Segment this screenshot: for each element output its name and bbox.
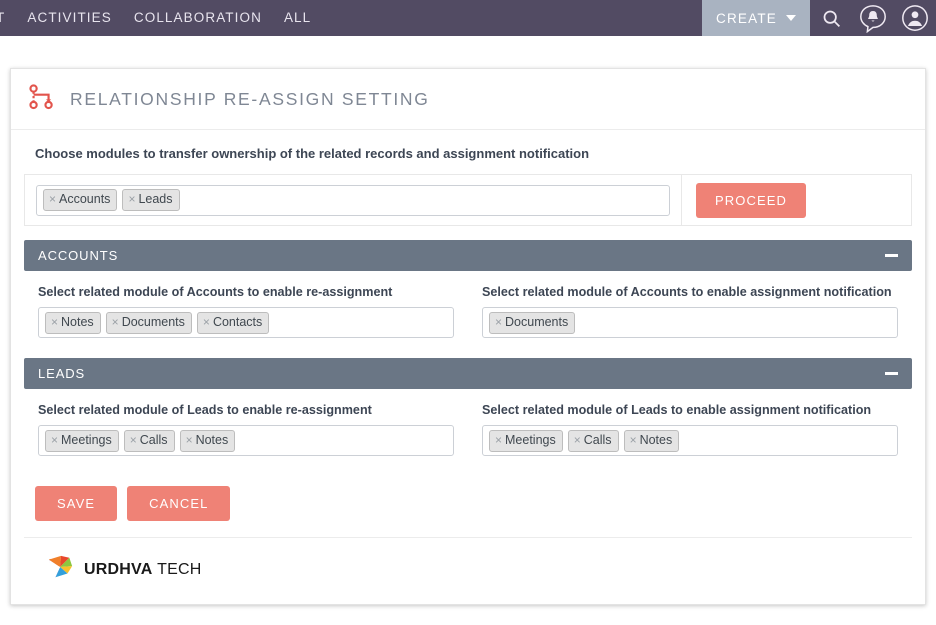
proceed-cell: PROCEED — [682, 175, 911, 225]
proceed-button[interactable]: PROCEED — [696, 182, 806, 218]
tag-remove-icon[interactable]: × — [51, 314, 58, 331]
tag-label: Calls — [139, 432, 168, 447]
tag-remove-icon[interactable]: × — [130, 432, 137, 449]
tag-documents[interactable]: × Documents — [105, 311, 192, 334]
tag-label: Documents — [505, 314, 569, 329]
tag-notes[interactable]: × Notes — [45, 311, 101, 334]
urdhva-fan-logo-icon — [47, 554, 75, 585]
field-label: Select related module of Accounts to ena… — [482, 285, 892, 299]
page-title: RELATIONSHIP RE-ASSIGN SETTING — [70, 88, 430, 109]
accounts-notification-column: Select related module of Accounts to ena… — [468, 285, 912, 338]
settings-panel: RELATIONSHIP RE-ASSIGN SETTING Choose mo… — [10, 68, 926, 605]
tag-label: Notes — [61, 314, 94, 329]
tag-label: Calls — [583, 432, 612, 447]
tag-leads[interactable]: × Leads — [122, 189, 180, 211]
tag-calls[interactable]: × Calls — [567, 429, 619, 452]
panel-body: Choose modules to transfer ownership of … — [11, 130, 925, 585]
tag-remove-icon[interactable]: × — [495, 432, 502, 449]
section-accounts: ACCOUNTS Select related module of Accoun… — [24, 240, 912, 344]
cancel-button[interactable]: CANCEL — [127, 486, 231, 521]
tag-label: Meetings — [505, 432, 556, 447]
hierarchy-icon — [27, 82, 57, 117]
logo-text: URDHVA TECH — [84, 561, 201, 579]
section-header-accounts[interactable]: ACCOUNTS — [24, 240, 912, 271]
tag-calls[interactable]: × Calls — [123, 429, 175, 452]
leads-reassignment-column: Select related module of Leads to enable… — [24, 403, 468, 456]
instruction-text: Choose modules to transfer ownership of … — [35, 146, 590, 161]
nav-item-activities[interactable]: ACTIVITIES — [16, 0, 123, 36]
tag-label: Leads — [138, 192, 173, 206]
top-navigation-bar: T ACTIVITIES COLLABORATION ALL CREATE — [0, 0, 936, 36]
tag-documents[interactable]: × Documents — [489, 311, 576, 334]
section-title: LEADS — [38, 366, 86, 381]
section-header-leads[interactable]: LEADS — [24, 358, 912, 389]
tag-label: Notes — [639, 432, 673, 447]
tag-notes[interactable]: × Notes — [623, 429, 680, 452]
minus-icon[interactable] — [885, 372, 898, 375]
tag-label: Notes — [195, 432, 229, 447]
nav-item-list: T ACTIVITIES COLLABORATION ALL — [0, 0, 322, 36]
tag-accounts[interactable]: × Accounts — [43, 189, 118, 211]
leads-notification-column: Select related module of Leads to enable… — [468, 403, 912, 456]
logo-name: URDHVA — [84, 560, 153, 578]
accounts-notification-tag-input[interactable]: × Documents — [482, 307, 898, 338]
create-button[interactable]: CREATE — [702, 0, 810, 36]
module-select-row: × Accounts × Leads PROCEED — [24, 174, 912, 226]
field-label: Select related module of Leads to enable… — [482, 403, 872, 417]
form-actions: SAVE CANCEL — [24, 472, 912, 538]
tag-remove-icon[interactable]: × — [203, 314, 210, 331]
nav-item-collaboration[interactable]: COLLABORATION — [123, 0, 273, 36]
field-label: Select related module of Accounts to ena… — [38, 285, 393, 299]
section-title: ACCOUNTS — [38, 248, 119, 263]
chevron-down-icon — [786, 15, 796, 21]
notifications-icon[interactable] — [852, 0, 894, 36]
field-label: Select related module of Leads to enable… — [38, 403, 372, 417]
tag-remove-icon[interactable]: × — [51, 432, 58, 449]
tag-label: Accounts — [59, 192, 111, 206]
tag-label: Meetings — [61, 432, 112, 447]
nav-item-all[interactable]: ALL — [273, 0, 322, 36]
section-body-leads: Select related module of Leads to enable… — [24, 389, 912, 462]
tag-remove-icon[interactable]: × — [630, 432, 637, 449]
modules-tag-input[interactable]: × Accounts × Leads — [36, 184, 670, 216]
section-body-accounts: Select related module of Accounts to ena… — [24, 271, 912, 344]
tag-notes[interactable]: × Notes — [179, 429, 236, 452]
logo-suffix: TECH — [157, 560, 202, 578]
footer: URDHVA TECH — [24, 538, 912, 585]
tag-contacts[interactable]: × Contacts — [196, 311, 270, 334]
section-leads: LEADS Select related module of Leads to … — [24, 358, 912, 462]
search-icon[interactable] — [810, 0, 852, 36]
tag-remove-icon[interactable]: × — [128, 191, 135, 208]
create-button-label: CREATE — [716, 10, 777, 26]
user-account-icon[interactable] — [894, 0, 936, 36]
tag-meetings[interactable]: × Meetings — [489, 429, 563, 452]
tag-meetings[interactable]: × Meetings — [45, 429, 119, 452]
nav-item-0[interactable]: T — [0, 0, 16, 36]
leads-notification-tag-input[interactable]: × Meetings × Calls × Notes — [482, 425, 898, 456]
tag-remove-icon[interactable]: × — [574, 432, 581, 449]
tag-remove-icon[interactable]: × — [49, 191, 56, 208]
tag-remove-icon[interactable]: × — [112, 314, 119, 331]
save-button[interactable]: SAVE — [35, 486, 118, 521]
leads-reassignment-tag-input[interactable]: × Meetings × Calls × Notes — [38, 425, 454, 456]
tag-remove-icon[interactable]: × — [186, 432, 193, 449]
nav-right-group: CREATE — [702, 0, 936, 36]
accounts-reassignment-column: Select related module of Accounts to ena… — [24, 285, 468, 338]
panel-header: RELATIONSHIP RE-ASSIGN SETTING — [11, 69, 925, 130]
tag-label: Contacts — [212, 314, 263, 329]
tag-label: Documents — [121, 314, 185, 329]
tag-remove-icon[interactable]: × — [495, 314, 502, 331]
minus-icon[interactable] — [885, 254, 898, 257]
accounts-reassignment-tag-input[interactable]: × Notes × Documents × Contacts — [38, 307, 454, 338]
module-select-cell: × Accounts × Leads — [25, 175, 682, 225]
